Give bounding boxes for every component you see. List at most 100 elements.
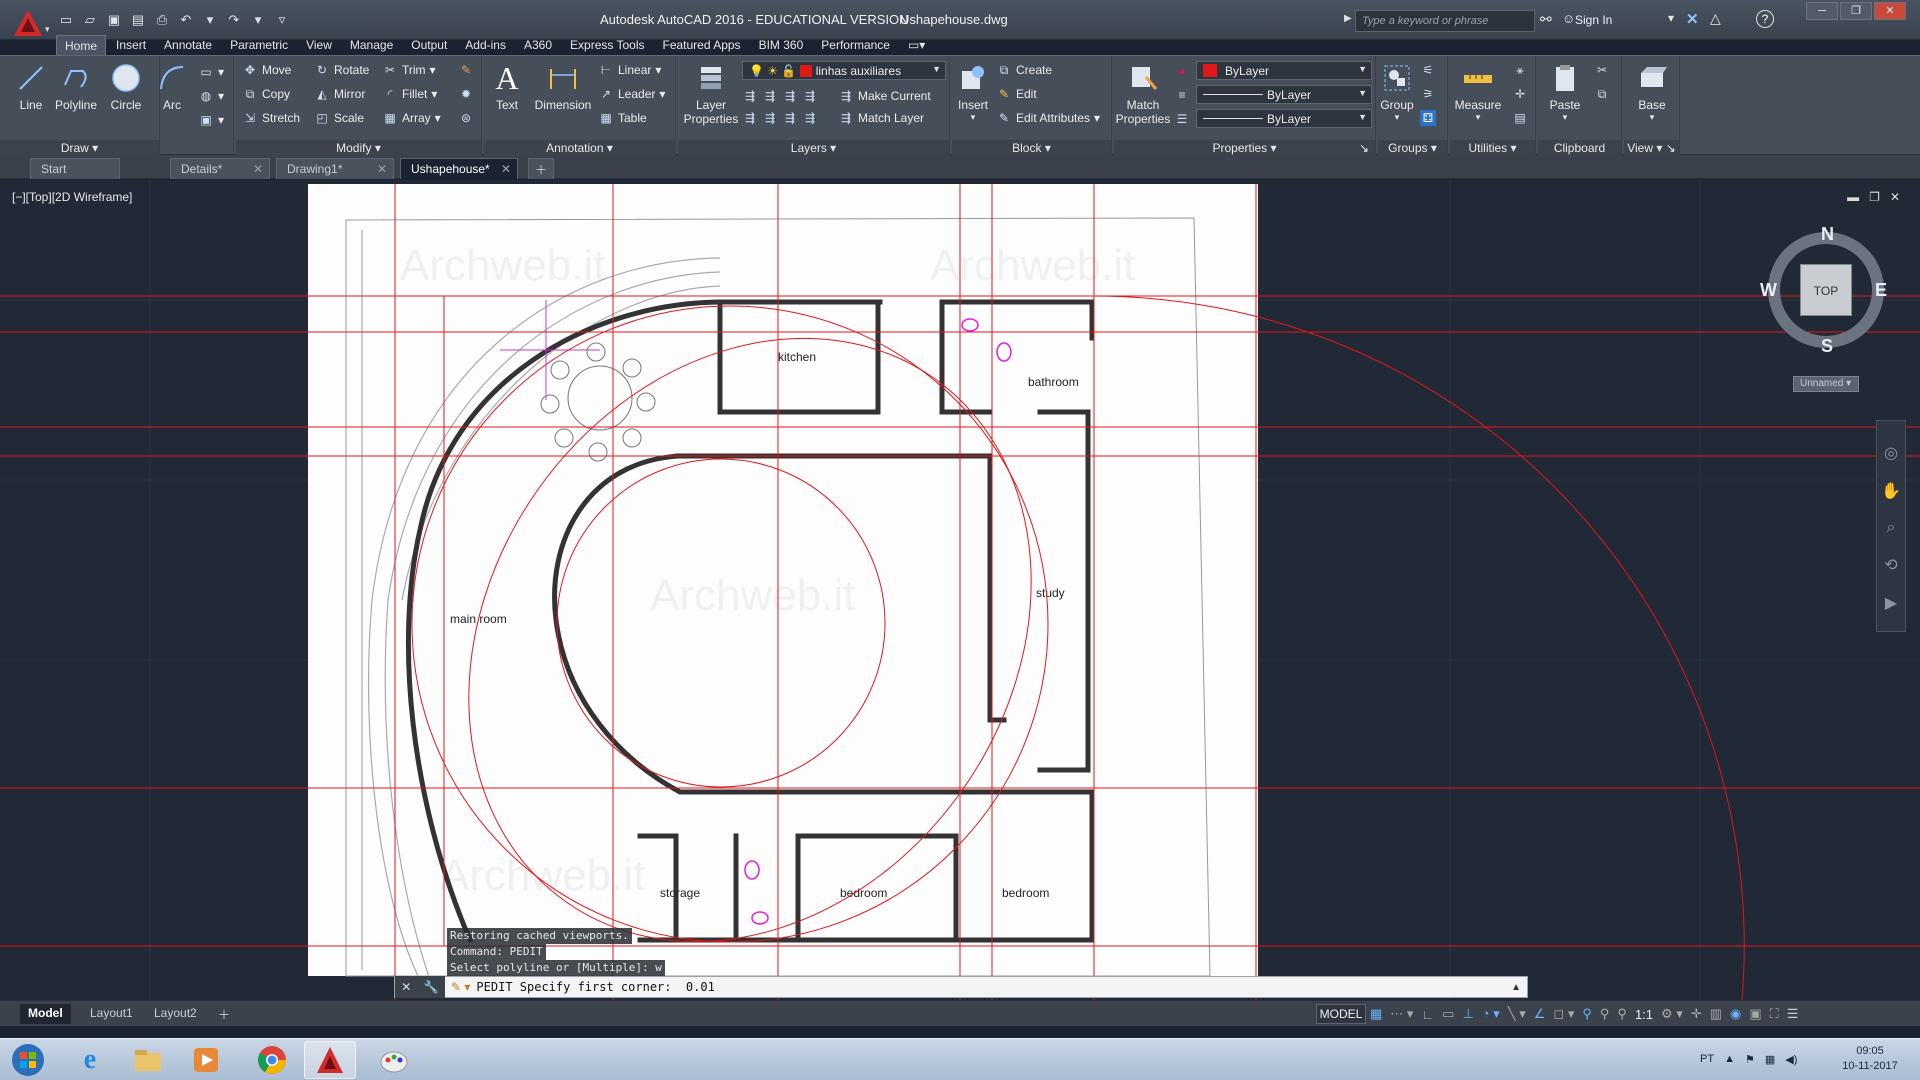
doc-tab-details[interactable]: Details* ✕ bbox=[170, 158, 270, 179]
line-button[interactable]: Line bbox=[10, 62, 52, 112]
tab-a360[interactable]: A360 bbox=[516, 35, 560, 55]
ortho-icon[interactable]: ⊥ bbox=[1462, 1006, 1473, 1022]
tab-output[interactable]: Output bbox=[403, 35, 455, 55]
layer-properties-button[interactable]: Layer Properties bbox=[682, 62, 740, 126]
volume-icon[interactable]: ◀) bbox=[1785, 1053, 1797, 1066]
quick-select-icon[interactable]: ⚹ bbox=[1512, 60, 1528, 80]
tab-express-tools[interactable]: Express Tools bbox=[562, 35, 652, 55]
help-button[interactable]: ? bbox=[1756, 10, 1774, 28]
viewport-close-icon[interactable]: ✕ bbox=[1890, 190, 1900, 204]
tab-view[interactable]: View bbox=[298, 35, 340, 55]
tab-home[interactable]: Home bbox=[56, 35, 107, 55]
layout-tab-layout1[interactable]: Layout1 bbox=[82, 1004, 141, 1024]
block-panel-title[interactable]: Block ▾ bbox=[952, 140, 1111, 156]
minimize-button[interactable]: ─ bbox=[1806, 2, 1838, 20]
circle-button[interactable]: Circle bbox=[104, 62, 148, 112]
viewcube-south[interactable]: S bbox=[1821, 336, 1833, 357]
cut-icon[interactable]: ✂ bbox=[1594, 60, 1610, 80]
tab-featured-apps[interactable]: Featured Apps bbox=[655, 35, 749, 55]
draw-panel-title[interactable]: Draw ▾ bbox=[0, 140, 159, 156]
isodraft-icon[interactable]: ╲ ▾ bbox=[1508, 1006, 1526, 1022]
layout-tab-model[interactable]: Model bbox=[20, 1004, 71, 1024]
taskbar-clock[interactable]: 09:05 10-11-2017 bbox=[1830, 1044, 1910, 1074]
tab-parametric[interactable]: Parametric bbox=[222, 35, 296, 55]
customize-command-line-icon[interactable]: 🔧 bbox=[424, 980, 439, 994]
table-button[interactable]: ▦ Table bbox=[598, 108, 646, 128]
action-center-icon[interactable]: ⚑ bbox=[1745, 1053, 1755, 1066]
customization-menu-icon[interactable]: ☰ bbox=[1787, 1006, 1799, 1022]
infer-constraints-icon[interactable]: ∟ bbox=[1421, 1007, 1434, 1022]
modify-panel-title[interactable]: Modify ▾ bbox=[236, 140, 481, 156]
group-selection-icon[interactable]: ⚃ bbox=[1420, 108, 1436, 128]
chrome-icon[interactable] bbox=[246, 1041, 298, 1079]
layer-state-icons[interactable]: ⇶ ⇶ ⇶ ⇶ bbox=[742, 86, 818, 106]
erase-icon[interactable]: ✎ bbox=[458, 60, 474, 80]
autoscale-icon[interactable]: ⚲ bbox=[1600, 1006, 1610, 1022]
trim-button[interactable]: ✂ Trim ▾ bbox=[382, 60, 436, 80]
polyline-button[interactable]: Polyline bbox=[52, 62, 100, 112]
layer-state-icons-2[interactable]: ⇶ ⇶ ⇶ ⇶ bbox=[742, 108, 818, 128]
viewcube-north[interactable]: N bbox=[1821, 224, 1834, 245]
showmotion-icon[interactable]: ▶ bbox=[1877, 593, 1905, 613]
arc-button[interactable]: Arc bbox=[156, 62, 188, 112]
annotation-scale-icon[interactable]: ⚲ bbox=[1617, 1006, 1627, 1022]
hardware-acceleration-icon[interactable]: ▣ bbox=[1749, 1006, 1761, 1022]
viewcube-east[interactable]: E bbox=[1875, 280, 1887, 301]
annotation-monitor-icon[interactable]: ✛ bbox=[1691, 1006, 1702, 1022]
close-button[interactable]: ✕ bbox=[1874, 2, 1906, 20]
copy-button[interactable]: ⧉ Copy bbox=[242, 84, 290, 104]
media-player-icon[interactable] bbox=[180, 1041, 232, 1079]
paint-icon[interactable] bbox=[368, 1041, 420, 1079]
search-input[interactable]: Type a keyword or phrase bbox=[1355, 10, 1535, 32]
viewport-minimize-icon[interactable]: ▬ bbox=[1847, 190, 1859, 204]
binoculars-icon[interactable]: ⚯ bbox=[1540, 11, 1552, 28]
command-input[interactable]: PEDIT Specify first corner: 0.01 bbox=[470, 980, 714, 994]
groups-panel-title[interactable]: Groups ▾ bbox=[1378, 140, 1447, 156]
tab-performance[interactable]: Performance bbox=[813, 35, 898, 55]
snap-icon[interactable]: ⋯ ▾ bbox=[1390, 1006, 1413, 1022]
move-button[interactable]: ✥ Move bbox=[242, 60, 291, 80]
pan-icon[interactable]: ✋ bbox=[1877, 481, 1905, 501]
doc-tab-start[interactable]: Start bbox=[30, 158, 120, 179]
doc-tab-drawing1[interactable]: Drawing1* ✕ bbox=[276, 158, 394, 179]
model-space-toggle[interactable]: MODEL bbox=[1316, 1004, 1366, 1024]
save-as-icon[interactable]: ▤ bbox=[128, 10, 148, 30]
tab-manage[interactable]: Manage bbox=[342, 35, 401, 55]
leader-button[interactable]: ↗ Leader ▾ bbox=[598, 84, 665, 104]
utilities-panel-title[interactable]: Utilities ▾ bbox=[1450, 140, 1535, 156]
lineweight-dropdown[interactable]: ByLayer ▼ bbox=[1196, 109, 1372, 128]
group-button[interactable]: Group ▾ bbox=[1378, 62, 1416, 123]
tab-annotate[interactable]: Annotate bbox=[156, 35, 220, 55]
new-icon[interactable]: ▭ bbox=[56, 10, 76, 30]
orbit-icon[interactable]: ⟲ bbox=[1877, 555, 1905, 575]
show-hidden-icons-icon[interactable]: ▲ bbox=[1724, 1053, 1735, 1065]
paste-button[interactable]: Paste ▾ bbox=[1544, 62, 1586, 123]
polar-icon[interactable]: ◔ ▾ bbox=[1482, 1006, 1500, 1022]
floor-plan-drawing[interactable]: kitchen bathroom main room study storage… bbox=[0, 180, 1920, 1000]
workspace-icon[interactable]: ⚙ ▾ bbox=[1661, 1006, 1683, 1022]
annotation-scale-value[interactable]: 1:1 bbox=[1635, 1007, 1653, 1022]
viewport-controls-label[interactable]: [−][Top][2D Wireframe] bbox=[12, 190, 132, 204]
open-icon[interactable]: ▱ bbox=[80, 10, 100, 30]
id-point-icon[interactable]: ✛ bbox=[1512, 84, 1528, 104]
close-tab-icon[interactable]: ✕ bbox=[501, 162, 511, 176]
object-snap-tracking-icon[interactable]: ∠ bbox=[1534, 1006, 1546, 1022]
exchange-apps-icon[interactable]: ✕ bbox=[1686, 10, 1699, 28]
properties-panel-title[interactable]: Properties ▾ ↘ bbox=[1114, 140, 1375, 156]
a360-icon[interactable]: △ bbox=[1710, 10, 1721, 27]
insert-button[interactable]: Insert ▾ bbox=[954, 62, 992, 123]
linetype-icon[interactable]: ≡ bbox=[1174, 85, 1190, 105]
autocad-taskbar-icon[interactable] bbox=[304, 1041, 356, 1079]
doc-tab-ushapehouse[interactable]: Ushapehouse* ✕ bbox=[400, 158, 518, 179]
command-line[interactable]: ✕ 🔧 ✎ ▾ PEDIT Specify first corner: 0.01… bbox=[394, 976, 1528, 998]
network-icon[interactable]: ▦ bbox=[1765, 1053, 1775, 1066]
close-tab-icon[interactable]: ✕ bbox=[377, 162, 387, 176]
match-properties-button[interactable]: Match Properties bbox=[1114, 62, 1172, 126]
linetype-dropdown[interactable]: ByLayer ▼ bbox=[1196, 85, 1372, 104]
view-panel-title[interactable]: View ▾ ↘ bbox=[1624, 140, 1679, 156]
scale-button[interactable]: ◰ Scale bbox=[314, 108, 364, 128]
search-expand-icon[interactable]: ▶ bbox=[1344, 13, 1352, 24]
fillet-button[interactable]: ◜ Fillet ▾ bbox=[382, 84, 438, 104]
text-button[interactable]: A Text bbox=[490, 60, 524, 113]
start-button[interactable] bbox=[2, 1041, 54, 1079]
